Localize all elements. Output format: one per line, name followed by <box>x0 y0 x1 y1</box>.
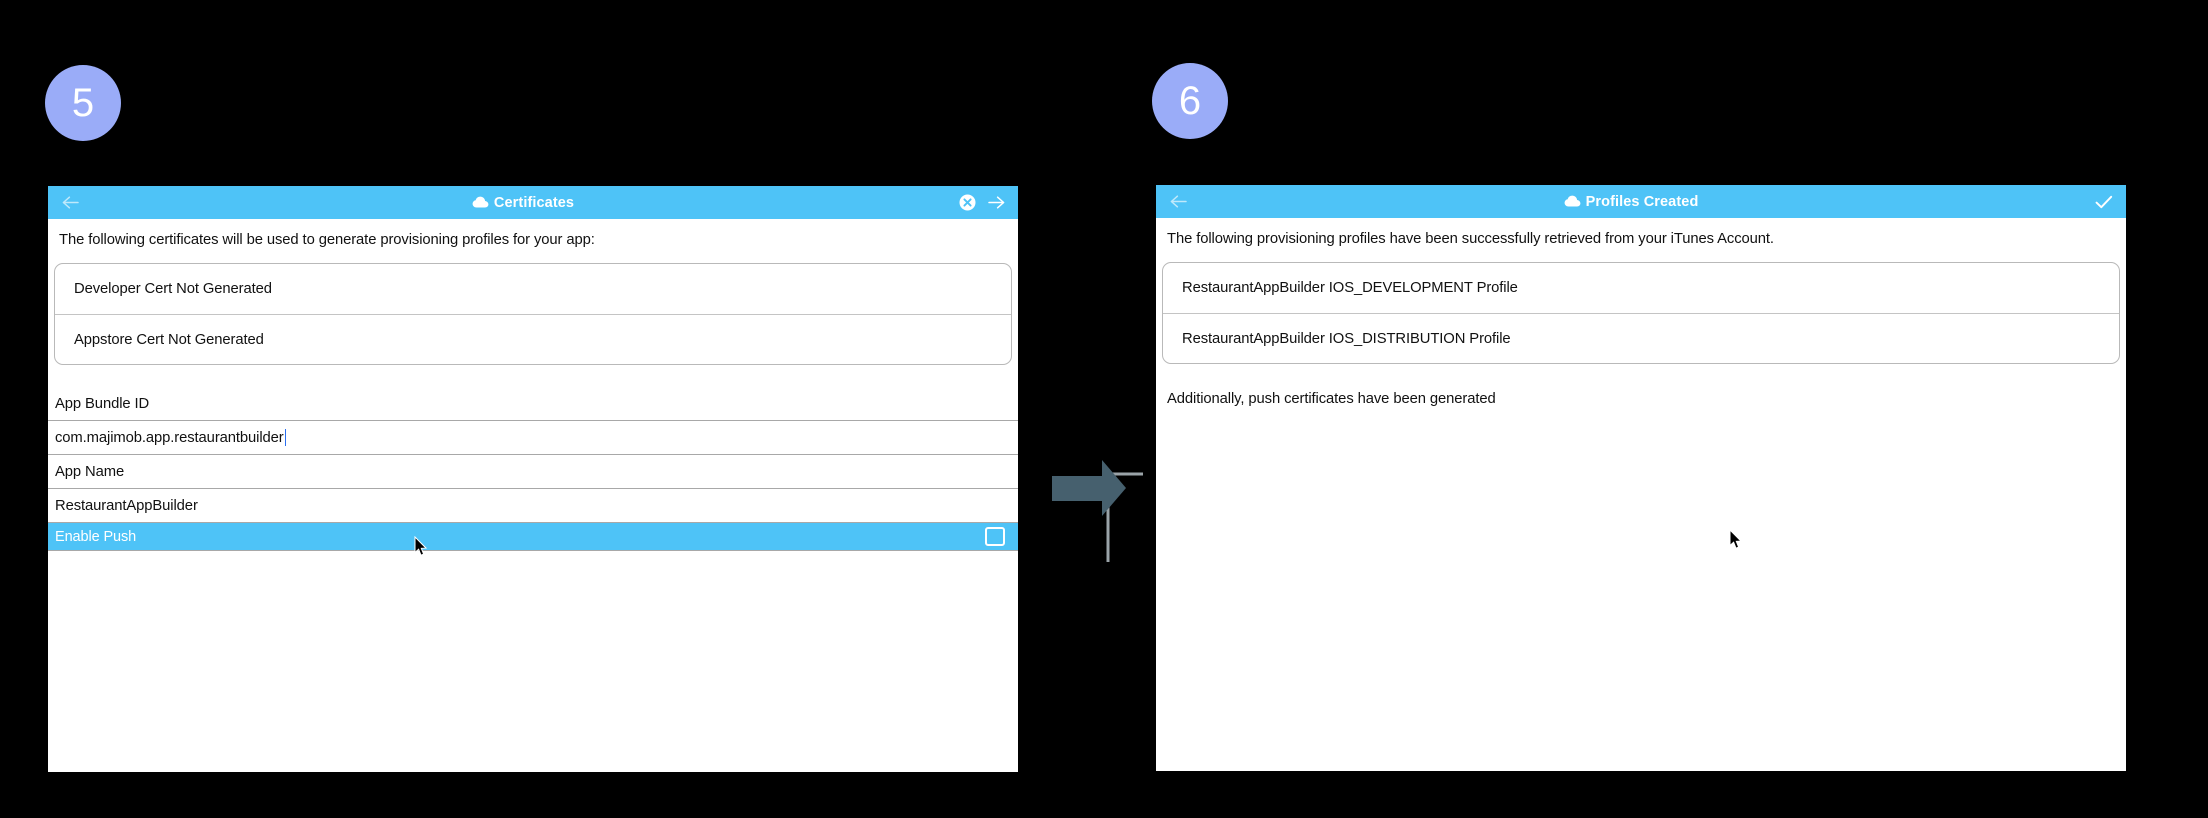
profiles-body: The following provisioning profiles have… <box>1156 218 2126 407</box>
push-certificates-note: Additionally, push certificates have bee… <box>1167 391 1496 407</box>
arrow-right-icon[interactable] <box>987 195 1006 210</box>
app-name-input[interactable]: RestaurantAppBuilder <box>48 489 1018 523</box>
certificates-title: Certificates <box>493 194 575 211</box>
titlebar-title-group: Profiles Created <box>1216 194 2046 210</box>
close-circle-icon[interactable] <box>959 194 976 211</box>
text-caret <box>284 429 286 446</box>
cloud-icon <box>472 196 489 209</box>
enable-push-label: Enable Push <box>55 528 137 545</box>
step-badge-6: 6 <box>1152 63 1228 139</box>
certificates-intro-text: The following certificates will be used … <box>59 232 595 248</box>
list-item[interactable]: RestaurantAppBuilder IOS_DISTRIBUTION Pr… <box>1163 313 2119 363</box>
app-bundle-id-input[interactable]: com.majimob.app.restaurantbuilder <box>48 421 1018 455</box>
list-item[interactable]: Appstore Cert Not Generated <box>55 314 1011 364</box>
arrow-head-shape <box>1052 460 1126 516</box>
titlebar-right-group <box>2046 194 2126 210</box>
mouse-cursor <box>414 536 428 556</box>
step-badge-5: 5 <box>45 65 121 141</box>
list-item[interactable]: Developer Cert Not Generated <box>55 264 1011 314</box>
titlebar-left-group <box>1156 194 1216 209</box>
app-bundle-id-value: com.majimob.app.restaurantbuilder <box>55 429 284 446</box>
cloud-icon <box>1564 195 1581 208</box>
app-bundle-id-label: App Bundle ID <box>48 387 1018 421</box>
certificates-panel: Certificates The following certificates … <box>48 186 1018 772</box>
checkbox-unchecked-icon[interactable] <box>985 527 1005 546</box>
profiles-titlebar: Profiles Created <box>1156 185 2126 218</box>
list-item[interactable]: RestaurantAppBuilder IOS_DEVELOPMENT Pro… <box>1163 263 2119 313</box>
certificates-body: The following certificates will be used … <box>48 219 1018 551</box>
titlebar-title-group: Certificates <box>108 195 938 211</box>
titlebar-left-group <box>48 195 108 210</box>
app-name-label: App Name <box>48 455 1018 489</box>
check-icon[interactable] <box>2094 194 2114 210</box>
certificates-titlebar: Certificates <box>48 186 1018 219</box>
arrow-left-icon[interactable] <box>1169 194 1188 209</box>
profiles-created-panel: Profiles Created The following provision… <box>1156 185 2126 771</box>
app-name-value: RestaurantAppBuilder <box>55 497 198 514</box>
titlebar-right-group <box>938 194 1018 211</box>
profiles-list: RestaurantAppBuilder IOS_DEVELOPMENT Pro… <box>1162 262 2120 364</box>
arrow-left-icon[interactable] <box>61 195 80 210</box>
enable-push-row[interactable]: Enable Push <box>48 523 1018 551</box>
certificates-list: Developer Cert Not Generated Appstore Ce… <box>54 263 1012 365</box>
profiles-title: Profiles Created <box>1585 193 1699 210</box>
profiles-intro-text: The following provisioning profiles have… <box>1167 231 1774 247</box>
mouse-cursor <box>1729 529 1743 549</box>
